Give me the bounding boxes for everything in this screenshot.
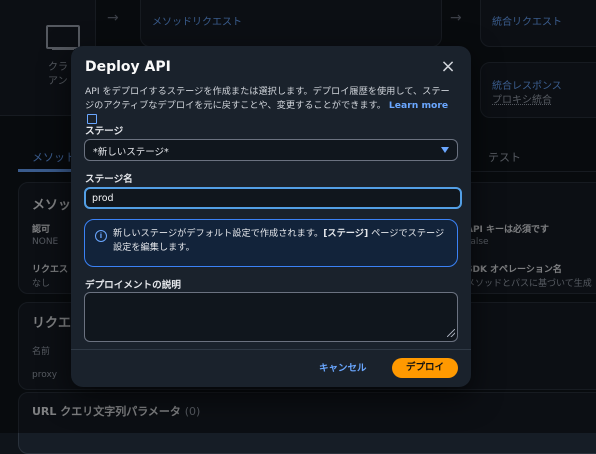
modal-title: Deploy API: [85, 59, 171, 75]
deploy-api-modal: Deploy API × API をデプロイするステージを作成または選択します。…: [71, 46, 471, 387]
resize-grip-icon[interactable]: [447, 329, 455, 337]
info-text: 新しいステージがデフォルト設定で作成されます。[ステージ] ページでステージ設定…: [113, 227, 451, 255]
stage-select-value: *新しいステージ*: [93, 147, 169, 158]
caret-down-icon: [441, 147, 449, 153]
deploy-button[interactable]: デプロイ: [392, 358, 458, 378]
stage-name-label: ステージ名: [85, 174, 133, 185]
close-icon[interactable]: ×: [437, 56, 459, 78]
modal-description: API をデプロイするステージを作成または選択します。デプロイ履歴を使用して、ス…: [85, 85, 457, 128]
learn-more-text: Learn more: [388, 100, 449, 111]
info-text-prefix: 新しいステージがデフォルト設定で作成されます。: [113, 228, 324, 239]
stage-select[interactable]: *新しいステージ*: [84, 139, 458, 161]
info-alert: i 新しいステージがデフォルト設定で作成されます。[ステージ] ページでステージ…: [84, 219, 458, 267]
footer-divider: [71, 349, 471, 350]
info-icon: i: [95, 230, 107, 242]
stage-label: ステージ: [85, 126, 124, 137]
deployment-description-label: デプロイメントの説明: [85, 280, 181, 291]
stage-name-input[interactable]: [84, 187, 462, 209]
info-text-stage-link: [ステージ]: [323, 228, 369, 239]
deployment-description-textarea[interactable]: [84, 292, 458, 342]
cancel-button[interactable]: キャンセル: [319, 360, 367, 374]
